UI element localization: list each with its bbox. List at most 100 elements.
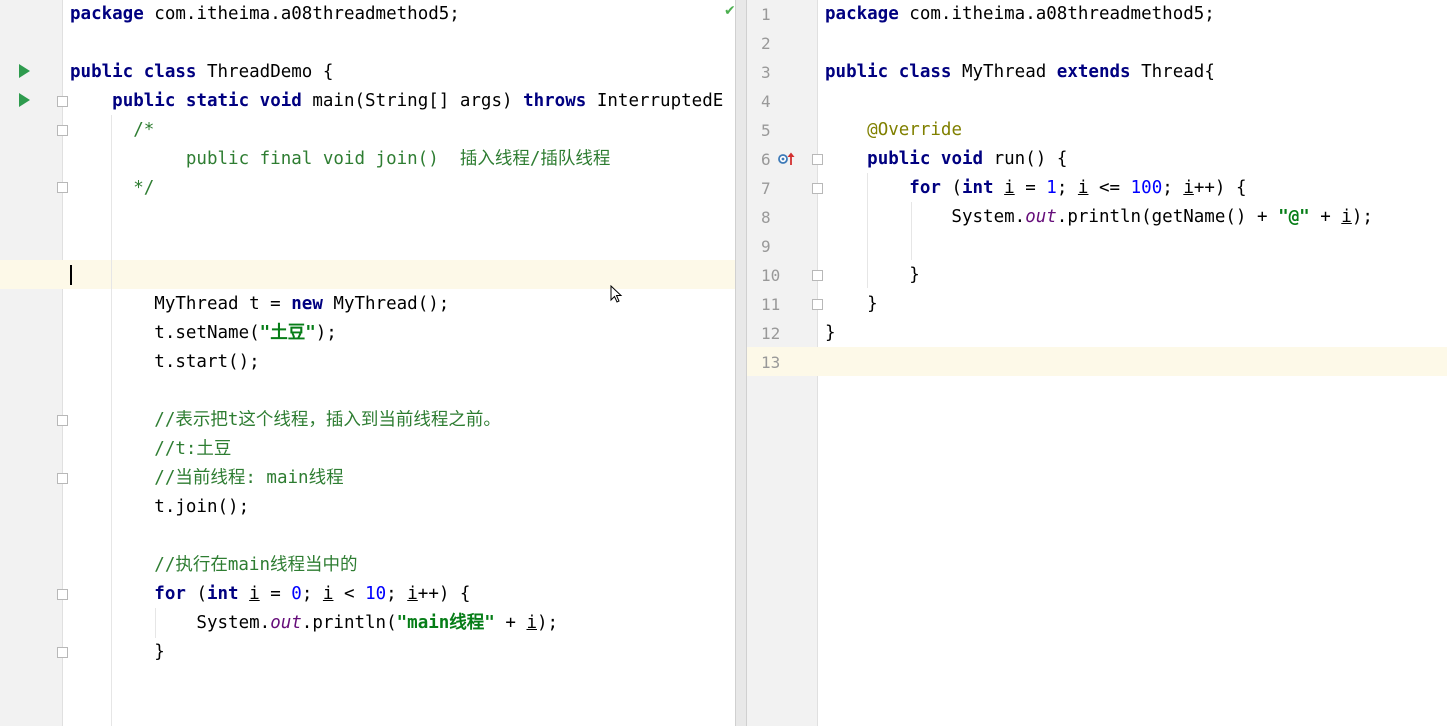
code-token: for xyxy=(909,178,941,198)
code-token: MyThread(); xyxy=(322,294,450,314)
code-token: i xyxy=(407,584,418,604)
code-token: + xyxy=(1309,207,1342,227)
code-token: */ xyxy=(70,178,155,198)
fold-marker-icon[interactable] xyxy=(57,125,68,136)
fold-marker-icon[interactable] xyxy=(57,415,68,426)
code-token: public void xyxy=(867,149,984,169)
code-token: + xyxy=(494,613,527,633)
code-token: int xyxy=(206,584,239,604)
code-line[interactable]: } xyxy=(70,638,165,667)
code-token: System. xyxy=(825,207,1026,227)
code-token: package xyxy=(70,4,144,24)
fold-marker-icon[interactable] xyxy=(57,182,68,193)
code-token: new xyxy=(291,294,323,314)
code-token: public final void join() 插入线程/插队线程 xyxy=(70,149,611,169)
fold-marker-icon[interactable] xyxy=(57,589,68,600)
code-token: 0 xyxy=(291,584,302,604)
code-line[interactable]: MyThread t = new MyThread(); xyxy=(70,290,449,319)
line-number: 1 xyxy=(761,5,771,24)
code-token: //t:土豆 xyxy=(70,439,232,459)
code-token: ++) { xyxy=(417,584,471,604)
code-token: ); xyxy=(315,323,337,343)
mouse-pointer-icon xyxy=(610,285,623,303)
code-line[interactable]: //执行在main线程当中的 xyxy=(70,551,357,580)
code-line[interactable]: } xyxy=(825,261,920,290)
code-line[interactable]: } xyxy=(825,290,878,319)
code-line[interactable]: public class ThreadDemo { xyxy=(70,58,333,87)
line-number: 2 xyxy=(761,34,771,53)
code-line[interactable]: */ xyxy=(70,174,154,203)
code-line[interactable]: for (int i = 0; i < 10; i++) { xyxy=(70,580,470,609)
fold-marker-icon[interactable] xyxy=(812,154,823,165)
code-line[interactable]: t.join(); xyxy=(70,493,249,522)
code-token: } xyxy=(70,642,165,662)
code-line[interactable]: public void run() { xyxy=(825,145,1067,174)
code-line[interactable]: package com.itheima.a08threadmethod5; xyxy=(70,0,460,29)
code-token: = xyxy=(259,584,292,604)
fold-marker-icon[interactable] xyxy=(57,647,68,658)
code-token: i xyxy=(1183,178,1194,198)
code-token: i xyxy=(249,584,260,604)
code-token: MyThread xyxy=(951,62,1057,82)
code-line[interactable]: //t:土豆 xyxy=(70,435,231,464)
code-token: com.itheima.a08threadmethod5; xyxy=(143,4,460,24)
line-number: 4 xyxy=(761,92,771,111)
left-editor-gutter[interactable] xyxy=(0,0,63,726)
code-token: //表示把t这个线程，插入到当前线程之前。 xyxy=(70,410,501,430)
code-token: MyThread t = xyxy=(70,294,292,314)
code-line[interactable]: public class MyThread extends Thread{ xyxy=(825,58,1215,87)
code-line[interactable]: @Override xyxy=(825,116,962,145)
code-token: ; xyxy=(301,584,323,604)
code-line[interactable]: public static void main(String[] args) t… xyxy=(70,87,723,116)
editor-splitter[interactable] xyxy=(735,0,747,726)
code-token: public class xyxy=(825,62,952,82)
code-token: extends xyxy=(1056,62,1131,82)
check-icon[interactable]: ✔ xyxy=(724,3,735,19)
fold-marker-icon[interactable] xyxy=(57,96,68,107)
run-main-icon[interactable] xyxy=(19,93,30,107)
code-token: Thread{ xyxy=(1130,62,1215,82)
fold-marker-icon[interactable] xyxy=(812,183,823,194)
line-number: 13 xyxy=(761,353,781,372)
fold-marker-icon[interactable] xyxy=(812,299,823,310)
code-token: } xyxy=(825,294,878,314)
code-token: public class xyxy=(70,62,197,82)
code-line[interactable]: public final void join() 插入线程/插队线程 xyxy=(70,145,610,174)
code-token: } xyxy=(825,265,920,285)
code-line[interactable]: } xyxy=(825,319,836,348)
code-line[interactable]: /* xyxy=(70,116,154,145)
code-line[interactable]: for (int i = 1; i <= 100; i++) { xyxy=(825,174,1246,203)
code-token: } xyxy=(825,323,836,343)
code-line[interactable]: t.setName("土豆"); xyxy=(70,319,337,348)
code-line[interactable]: System.out.println("main线程" + i); xyxy=(70,609,558,638)
code-token: //当前线程: main线程 xyxy=(70,468,344,488)
code-line[interactable]: //表示把t这个线程，插入到当前线程之前。 xyxy=(70,406,501,435)
left-editor-pane[interactable]: package com.itheima.a08threadmethod5; pub… xyxy=(0,0,735,726)
code-line[interactable]: t.start(); xyxy=(70,348,260,377)
line-number: 10 xyxy=(761,266,781,285)
code-token: t.start(); xyxy=(70,352,260,372)
line-number: 5 xyxy=(761,121,771,140)
override-marker-icon[interactable] xyxy=(778,151,796,167)
code-token: ; xyxy=(386,584,408,604)
code-line[interactable]: //当前线程: main线程 xyxy=(70,464,344,493)
fold-marker-icon[interactable] xyxy=(57,473,68,484)
code-token: for xyxy=(154,584,186,604)
run-class-icon[interactable] xyxy=(19,64,30,78)
code-line[interactable]: System.out.println(getName() + "@" + i); xyxy=(825,203,1372,232)
code-token: out xyxy=(1025,207,1057,227)
code-token: out xyxy=(270,613,302,633)
code-token: ( xyxy=(185,584,207,604)
code-token: i xyxy=(526,613,537,633)
text-caret xyxy=(70,265,72,285)
right-editor-pane[interactable]: 1 2 3 4 5 6 7 8 9 10 11 12 13 package com.itheima.a0… xyxy=(747,0,1447,726)
fold-marker-icon[interactable] xyxy=(812,270,823,281)
code-token: t.join(); xyxy=(70,497,250,517)
code-line[interactable]: package com.itheima.a08threadmethod5; xyxy=(825,0,1215,29)
line-number: 12 xyxy=(761,324,781,343)
code-token: ; xyxy=(1162,178,1184,198)
